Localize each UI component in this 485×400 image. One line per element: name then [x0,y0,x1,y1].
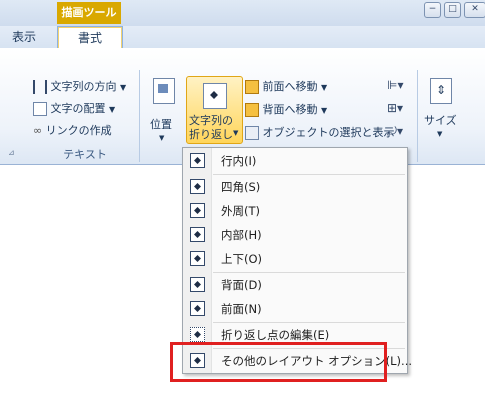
send-backward-icon [245,103,259,117]
create-link-button[interactable]: ∞ リンクの作成 [33,122,112,138]
selection-pane-button[interactable]: オブジェクトの選択と表示 [245,124,395,140]
drawing-tools-label: 描画ツール [57,2,121,24]
group-separator [139,70,140,162]
group-icon[interactable]: ⊞▾ [387,101,403,115]
text-direction-button[interactable]: 文字列の方向 ▼ [33,78,126,94]
bring-forward-icon [245,80,259,94]
highlight-box [170,342,387,382]
dropdown-arrow-icon: ▼ [321,83,328,92]
menu-item-label: 四角(S) [221,180,261,194]
wrap-text-menu: 行内(I) 四角(S) 外周(T) 内部(H) 上下(O) 背面(D) 前面(N… [182,147,412,374]
dropdown-arrow-icon: ▼ [437,130,443,138]
text-group-label: テキスト [63,148,107,161]
ribbon-tab-row: 表示 書式 [0,26,485,49]
menu-item-top-bottom[interactable]: 上下(O) [183,247,407,270]
wrap-in-front-icon [190,301,205,316]
menu-item-behind-text[interactable]: 背面(D) [183,273,407,296]
position-button[interactable]: 位置 ▼ [146,76,182,156]
wrap-tight-icon [190,203,205,218]
text-direction-label: 文字列の方向 [50,80,117,93]
selection-pane-label: オブジェクトの選択と表示 [262,126,395,139]
wrap-text-label-line2: 折り返し [189,128,233,141]
dropdown-arrow-icon: ▼ [109,105,116,114]
menu-item-through[interactable]: 内部(H) [183,223,407,246]
text-direction-icon [33,80,47,94]
wrap-behind-text-icon [190,277,205,292]
menu-item-label: 背面(D) [221,278,262,292]
position-label: 位置 [150,118,172,131]
position-icon [153,78,175,104]
menu-item-in-front-of-text[interactable]: 前面(N) [183,297,407,320]
dropdown-arrow-icon: ▼ [321,106,328,115]
send-backward-label: 背面へ移動 [262,103,318,116]
dialog-launcher-icon[interactable]: ⊿ [8,148,15,157]
tab-format[interactable]: 書式 [57,26,123,49]
text-align-icon [33,102,47,116]
menu-item-label: 内部(H) [221,228,262,242]
wrap-square-icon [190,179,205,194]
tab-view[interactable]: 表示 [4,26,44,48]
size-button[interactable]: ⇕ サイズ ▼ [422,76,462,156]
rotate-icon[interactable]: ⤾▾ [387,124,403,139]
menu-item-tight[interactable]: 外周(T) [183,199,407,222]
menu-item-label: 前面(N) [221,302,262,316]
dropdown-arrow-icon: ▼ [120,83,127,92]
menu-item-label: 外周(T) [221,204,260,218]
size-label: サイズ [424,114,457,127]
size-icon: ⇕ [430,78,452,104]
bring-forward-button[interactable]: 前面へ移動 ▼ [245,78,327,94]
link-icon: ∞ [33,124,43,137]
dropdown-arrow-icon: ▼ [159,134,165,142]
menu-item-label: 上下(O) [221,252,263,266]
close-button[interactable]: ✕ [464,2,485,18]
send-backward-button[interactable]: 背面へ移動 ▼ [245,101,327,117]
align-icon[interactable]: ⊫▾ [387,78,403,92]
minimize-button[interactable]: − [424,2,441,18]
text-align-button[interactable]: 文字の配置 ▼ [33,100,115,116]
dropdown-arrow-icon: ▼ [233,129,239,137]
wrap-top-bottom-icon [190,251,205,266]
menu-item-square[interactable]: 四角(S) [183,175,407,198]
group-separator [417,70,418,162]
edit-wrap-points-icon [190,327,205,342]
menu-item-inline[interactable]: 行内(I) [183,149,407,172]
selection-pane-icon [245,126,259,140]
restore-button[interactable]: □ [444,2,461,18]
menu-item-label: 折り返し点の編集(E) [221,328,330,342]
wrap-text-button[interactable]: 文字列の 折り返し ▼ [186,76,243,144]
bring-forward-label: 前面へ移動 [262,80,318,93]
menu-item-label: 行内(I) [221,154,257,168]
wrap-inline-icon [190,153,205,168]
wrap-through-icon [190,227,205,242]
title-bar: 描画ツール − □ ✕ [0,0,485,26]
text-align-label: 文字の配置 [50,102,106,115]
create-link-label: リンクの作成 [45,124,112,137]
wrap-text-icon [203,83,227,109]
